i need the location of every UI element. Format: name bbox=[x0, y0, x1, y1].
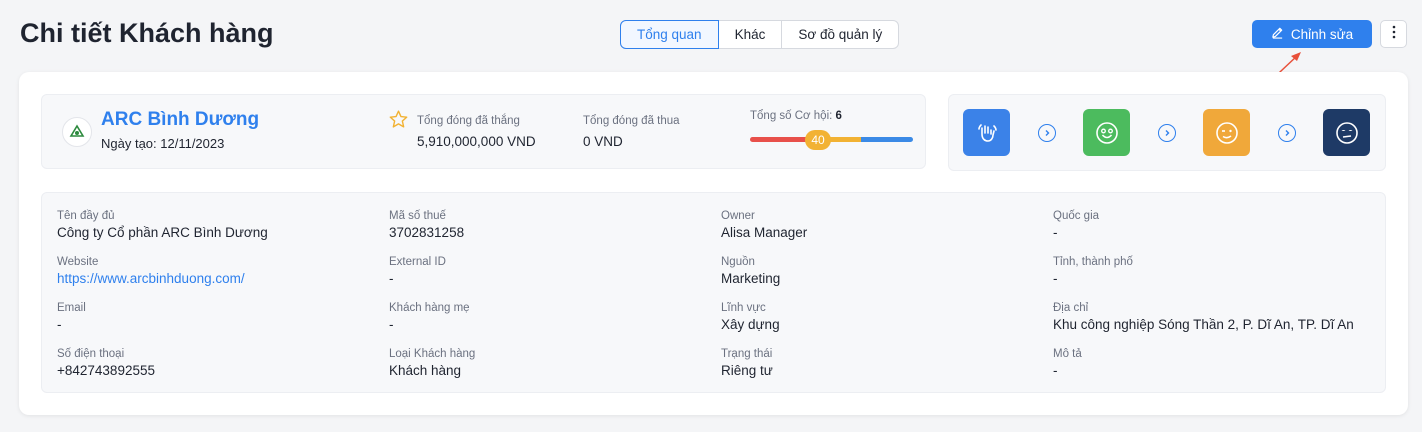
lost-total-value: 0 VND bbox=[583, 134, 623, 149]
stage-chevron-icon bbox=[1278, 124, 1296, 142]
customer-summary: ARC Bình Dương Ngày tạo: 12/11/2023 Tổng… bbox=[41, 94, 926, 169]
score-bar bbox=[750, 137, 913, 142]
view-tabs: Tổng quan Khác Sơ đồ quản lý bbox=[620, 20, 900, 49]
field-source: Nguồn Marketing bbox=[721, 256, 781, 286]
field-description: Mô tả - bbox=[1053, 348, 1082, 378]
company-name[interactable]: ARC Bình Dương bbox=[101, 109, 259, 131]
field-owner: Owner Alisa Manager bbox=[721, 210, 808, 240]
field-parent-customer: Khách hàng mẹ - bbox=[389, 302, 470, 332]
lost-total-label: Tổng đóng đã thua bbox=[583, 115, 680, 127]
stage-chevron-icon bbox=[1158, 124, 1176, 142]
field-website: Website https://www.arcbinhduong.com/ bbox=[57, 256, 245, 288]
website-link[interactable]: https://www.arcbinhduong.com/ bbox=[57, 270, 245, 288]
more-options-button[interactable] bbox=[1380, 20, 1407, 48]
field-tax-code: Mã số thuế 3702831258 bbox=[389, 210, 465, 240]
pencil-icon bbox=[1271, 26, 1284, 42]
neutral-face-icon[interactable] bbox=[1323, 109, 1370, 156]
star-icon[interactable] bbox=[388, 109, 409, 135]
field-country: Quốc gia - bbox=[1053, 210, 1100, 240]
wink-face-icon[interactable] bbox=[1203, 109, 1250, 156]
edit-button-label: Chỉnh sửa bbox=[1290, 26, 1354, 42]
customer-card: ARC Bình Dương Ngày tạo: 12/11/2023 Tổng… bbox=[19, 72, 1408, 415]
field-full-name: Tên đầy đủ Công ty Cổ phần ARC Bình Dươn… bbox=[57, 210, 268, 240]
won-total-value: 5,910,000,000 VND bbox=[417, 134, 536, 149]
opportunities-label: Tổng số Cơ hội: 6 bbox=[750, 110, 842, 122]
tab-org-chart[interactable]: Sơ đồ quản lý bbox=[782, 21, 898, 48]
field-province: Tỉnh, thành phố - bbox=[1053, 256, 1133, 286]
wave-hand-icon[interactable] bbox=[963, 109, 1010, 156]
tab-other[interactable]: Khác bbox=[719, 21, 783, 48]
customer-stages bbox=[948, 94, 1386, 171]
score-knob: 40 bbox=[805, 130, 831, 150]
opportunities-count: 6 bbox=[835, 110, 842, 122]
company-logo bbox=[62, 117, 92, 147]
customer-details: Tên đầy đủ Công ty Cổ phần ARC Bình Dươn… bbox=[41, 192, 1386, 393]
field-address: Địa chỉ Khu công nghiệp Sóng Thần 2, P. … bbox=[1053, 302, 1354, 332]
kebab-menu-icon bbox=[1392, 25, 1396, 44]
field-status: Trạng thái Riêng tư bbox=[721, 348, 773, 378]
won-total-label: Tổng đóng đã thắng bbox=[417, 115, 520, 127]
created-date: Ngày tạo: 12/11/2023 bbox=[101, 136, 225, 151]
edit-button[interactable]: Chỉnh sửa bbox=[1252, 20, 1372, 48]
field-external-id: External ID - bbox=[389, 256, 446, 286]
tab-overview[interactable]: Tổng quan bbox=[620, 20, 719, 49]
field-industry: Lĩnh vực Xây dựng bbox=[721, 302, 780, 332]
field-customer-type: Loại Khách hàng Khách hàng bbox=[389, 348, 476, 378]
happy-face-icon[interactable] bbox=[1083, 109, 1130, 156]
page-title: Chi tiết Khách hàng bbox=[20, 18, 274, 48]
field-email: Email - bbox=[57, 302, 86, 332]
stage-chevron-icon bbox=[1038, 124, 1056, 142]
field-phone: Số điện thoại +842743892555 bbox=[57, 348, 155, 378]
